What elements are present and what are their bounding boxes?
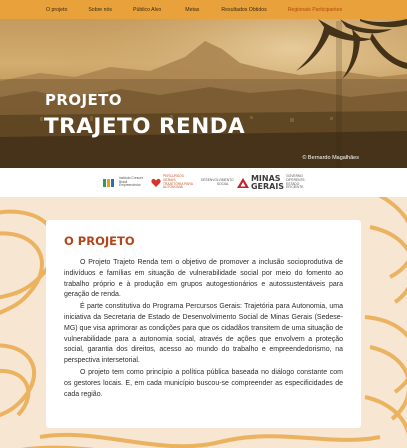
nav-item-o-projeto[interactable]: O projeto <box>46 7 67 13</box>
sedese-logo: DESENVOLVIMENTO SOCIAL <box>200 177 234 187</box>
about-card: O PROJETO O Projeto Trajeto Renda tem o … <box>46 220 361 428</box>
nav-item-sobre-nos[interactable]: Sobre nós <box>88 7 112 13</box>
icbe-mark-icon <box>102 178 114 187</box>
percursos-gerais-logo: PERCURSOS GERAIS: TRAJETÓRIA PARA AUTONO… <box>151 173 193 190</box>
section-heading: O PROJETO <box>64 234 135 248</box>
icbe-text: Instituto Crescer Brasil Empreendedor <box>118 175 143 188</box>
partner-logos: Instituto Crescer Brasil Empreendedor PE… <box>0 168 407 197</box>
mg-name: MINAS GERAIS <box>250 173 285 191</box>
mg-tagline: GOVERNO DIFERENTE. ESTADO EFICIENTE. <box>286 173 306 190</box>
heart-icon <box>151 178 161 187</box>
nav-item-resultados-obtidos[interactable]: Resultados Obtidos <box>221 7 266 13</box>
nav-item-publico-alvo[interactable]: Público Alvo <box>133 7 161 13</box>
mg-triangle-icon <box>236 177 249 188</box>
hero-subtitle: PROJETO <box>45 91 122 109</box>
photo-credit: © Bernardo Magalhães <box>302 155 359 161</box>
percursos-text: PERCURSOS GERAIS: TRAJETÓRIA PARA AUTONO… <box>162 173 193 190</box>
sedese-text: DESENVOLVIMENTO SOCIAL <box>200 177 234 186</box>
minas-gerais-logo: MINAS GERAIS GOVERNO DIFERENTE. ESTADO E… <box>236 173 306 191</box>
paragraph-program: É parte constitutiva do Programa Percurs… <box>64 303 343 365</box>
icbe-logo: Instituto Crescer Brasil Empreendedor <box>102 175 143 188</box>
paragraph-intro: O Projeto Trajeto Renda tem o objetivo d… <box>64 259 343 299</box>
hero-banner: PROJETO TRAJETO RENDA © Bernardo Magalhã… <box>0 19 407 168</box>
nav-item-regionais-participantes[interactable]: Regionais Participantes <box>288 7 343 13</box>
nav-item-metas[interactable]: Metas <box>185 7 199 13</box>
hero-title: TRAJETO RENDA <box>44 114 246 139</box>
paragraph-principle: O projeto tem como princípio a política … <box>64 368 343 398</box>
top-nav: O projeto Sobre nós Público Alvo Metas R… <box>0 0 407 19</box>
about-section: O PROJETO O Projeto Trajeto Renda tem o … <box>0 197 407 448</box>
